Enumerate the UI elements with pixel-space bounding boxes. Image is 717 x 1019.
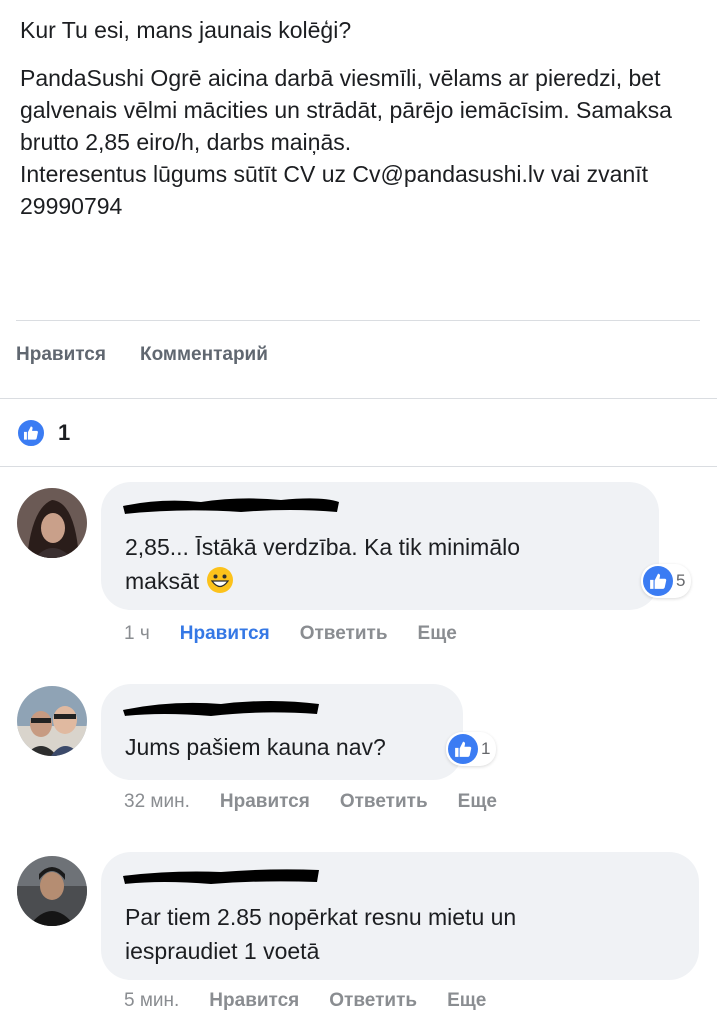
comment-text: Jums pašiem kauna nav? — [125, 734, 386, 760]
comment-text: Par tiem 2.85 nopērkat resnu mietu un ie… — [125, 904, 517, 964]
avatar[interactable] — [17, 488, 87, 558]
comment-text: 2,85... Īstākā verdzība. Ka tik minimālo… — [125, 534, 521, 594]
comment-bubble: Jums pašiem kauna nav? — [101, 684, 463, 780]
more-button[interactable]: Еще — [447, 990, 486, 1012]
avatar[interactable] — [17, 856, 87, 926]
comment-meta: 32 мин. Нравится Ответить Еще — [124, 791, 497, 813]
timestamp[interactable]: 1 ч — [124, 623, 150, 645]
comment-meta: 1 ч Нравится Ответить Еще — [124, 623, 457, 645]
comment-button[interactable]: Комментарий — [140, 344, 268, 366]
redacted-author-name — [123, 701, 319, 716]
comment-like-button[interactable]: Нравится — [180, 623, 270, 645]
comment: Par tiem 2.85 nopērkat resnu mietu un ie… — [0, 852, 717, 1019]
grinning-face-icon — [206, 567, 233, 593]
divider — [0, 398, 717, 399]
post-line-1: Kur Tu esi, mans jaunais kolēģi? — [20, 17, 352, 43]
thumbs-up-icon — [16, 418, 46, 448]
comment-bubble: 2,85... Īstākā verdzība. Ka tik minimālo… — [101, 482, 659, 610]
comment-like-button[interactable]: Нравится — [220, 791, 310, 813]
divider — [16, 320, 700, 321]
more-button[interactable]: Еще — [418, 623, 457, 645]
like-count: 5 — [676, 571, 686, 590]
divider — [0, 466, 717, 467]
timestamp[interactable]: 5 мин. — [124, 990, 179, 1012]
reaction-count: 1 — [58, 420, 71, 445]
comment-bubble: Par tiem 2.85 nopērkat resnu mietu un ie… — [101, 852, 699, 980]
like-count: 1 — [481, 739, 491, 758]
comment-meta: 5 мин. Нравится Ответить Еще — [124, 990, 486, 1012]
avatar[interactable] — [17, 686, 87, 756]
timestamp[interactable]: 32 мин. — [124, 791, 190, 813]
comment-like-badge[interactable]: 1 — [446, 732, 497, 766]
thumbs-up-icon — [448, 734, 478, 764]
like-button[interactable]: Нравится — [16, 344, 106, 366]
comment: Jums pašiem kauna nav? 1 32 мин. Нравитс… — [0, 684, 717, 824]
redacted-author-name — [123, 869, 319, 884]
reply-button[interactable]: Ответить — [329, 990, 417, 1012]
more-button[interactable]: Еще — [458, 791, 497, 813]
redacted-author-name — [123, 498, 339, 514]
post-actions: Нравится Комментарий — [16, 344, 268, 366]
post-line-3: Interesentus lūgums sūtīt CV uz Cv@panda… — [20, 161, 649, 219]
comment: 2,85... Īstākā verdzība. Ka tik minimālo… — [0, 482, 717, 652]
comment-like-button[interactable]: Нравится — [209, 990, 299, 1012]
post-text: Kur Tu esi, mans jaunais kolēģi? PandaSu… — [20, 14, 700, 222]
reactions-summary[interactable]: 1 — [16, 418, 70, 448]
thumbs-up-icon — [643, 566, 673, 596]
post-line-2: PandaSushi Ogrē aicina darbā viesmīli, v… — [20, 65, 672, 155]
comment-like-badge[interactable]: 5 — [641, 564, 692, 598]
reply-button[interactable]: Ответить — [300, 623, 388, 645]
reply-button[interactable]: Ответить — [340, 791, 428, 813]
